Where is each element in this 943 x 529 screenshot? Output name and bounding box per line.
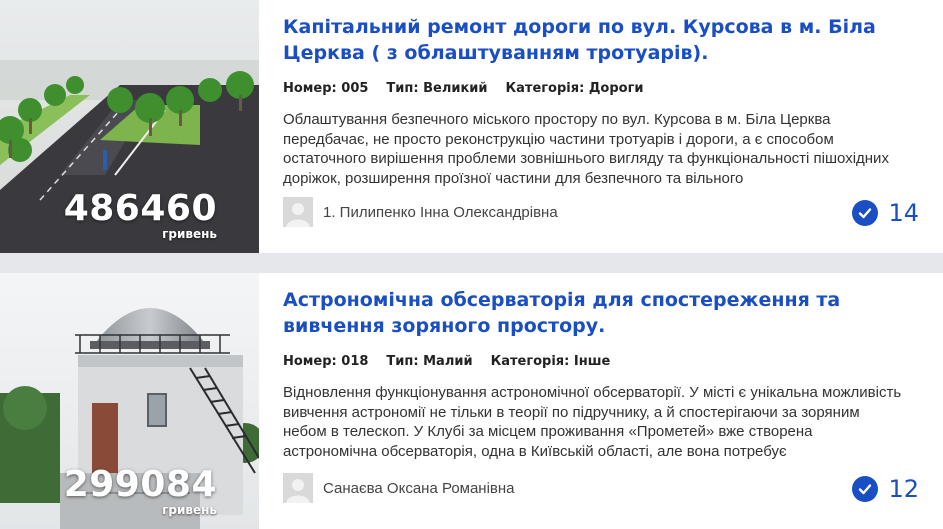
vote-count: 14 bbox=[888, 199, 919, 227]
budget-currency: гривень bbox=[162, 227, 217, 241]
project-title[interactable]: Астрономічна обсерваторія для спостереже… bbox=[283, 287, 913, 339]
project-body: Астрономічна обсерваторія для спостереже… bbox=[259, 273, 943, 529]
project-card[interactable]: 486460 гривень Капітальний ремонт дороги… bbox=[0, 0, 943, 253]
project-type: Тип: Малий bbox=[386, 354, 473, 369]
author-name: 1. Пилипенко Інна Олександрівна bbox=[323, 203, 558, 221]
project-category: Категорія: Інше bbox=[490, 354, 611, 369]
project-number: Номер: 018 bbox=[283, 354, 369, 369]
project-title[interactable]: Капітальний ремонт дороги по вул. Курсов… bbox=[283, 14, 913, 66]
project-list: 486460 гривень Капітальний ремонт дороги… bbox=[0, 0, 943, 529]
project-category: Категорія: Дороги bbox=[505, 81, 644, 96]
vote-count: 12 bbox=[888, 475, 919, 503]
project-author: 1. Пилипенко Інна Олександрівна bbox=[283, 197, 558, 227]
budget-currency: гривень bbox=[162, 503, 217, 517]
project-image[interactable]: 486460 гривень bbox=[0, 0, 259, 253]
project-meta: Номер: 018 Тип: Малий Категорія: Інше bbox=[283, 354, 919, 369]
author-name: Санаєва Оксана Романівна bbox=[323, 479, 515, 497]
check-circle-icon[interactable] bbox=[852, 476, 879, 502]
project-description: Облаштування безпечного міського простор… bbox=[283, 111, 889, 187]
project-card[interactable]: 299084 гривень Астрономічна обсерваторія… bbox=[0, 273, 943, 529]
project-body: Капітальний ремонт дороги по вул. Курсов… bbox=[259, 0, 943, 253]
project-number: Номер: 005 bbox=[283, 81, 369, 96]
user-avatar-icon bbox=[283, 197, 313, 227]
check-circle-icon[interactable] bbox=[852, 200, 879, 226]
project-description: Відновлення функціонування астрономічної… bbox=[283, 384, 902, 460]
project-image[interactable]: 299084 гривень bbox=[0, 273, 259, 529]
vote-widget[interactable]: 14 bbox=[852, 199, 919, 227]
budget-amount: 486460 bbox=[63, 188, 217, 229]
vote-widget[interactable]: 12 bbox=[852, 475, 919, 503]
user-avatar-icon bbox=[283, 473, 313, 503]
budget-amount: 299084 bbox=[63, 464, 217, 505]
project-author: Санаєва Оксана Романівна bbox=[283, 473, 515, 503]
project-type: Тип: Великий bbox=[386, 81, 488, 96]
project-meta: Номер: 005 Тип: Великий Категорія: Дорог… bbox=[283, 81, 919, 96]
